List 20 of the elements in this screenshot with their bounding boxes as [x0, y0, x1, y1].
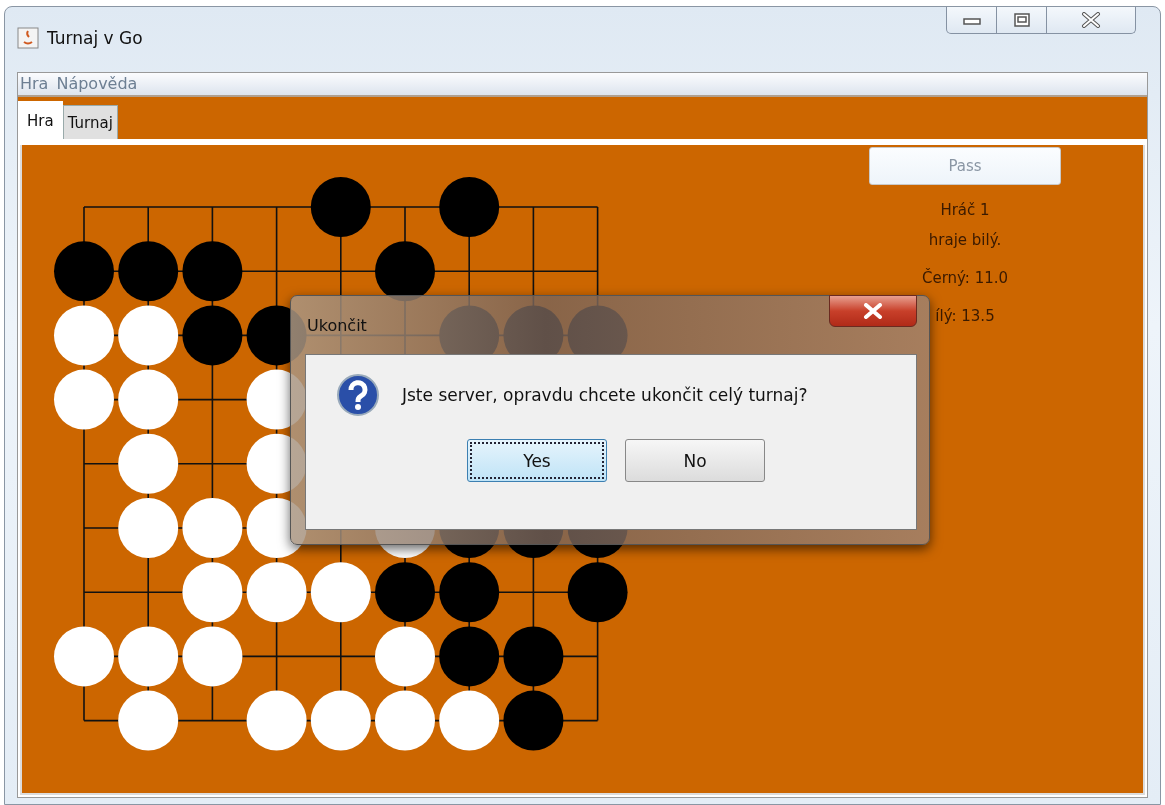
dialog-button[interactable]: No — [625, 439, 765, 482]
maximize-icon — [1013, 13, 1030, 27]
menu-item[interactable]: Nápověda — [56, 73, 138, 95]
tab[interactable]: Hra — [18, 101, 63, 139]
status-label: hraje bilý. — [928, 230, 1002, 251]
dialog-message: Jste server, opravdu chcete ukončit celý turnaj? — [402, 385, 808, 405]
window-title: Turnaj v Go — [47, 28, 143, 48]
dialog-title: Ukončit — [307, 316, 367, 335]
status-label: Černý: 11.0 — [921, 267, 1009, 289]
close-button[interactable] — [829, 295, 917, 327]
menu-item[interactable]: Hra — [20, 73, 49, 95]
app-icon — [17, 27, 39, 49]
tab[interactable]: Turnaj — [62, 105, 118, 139]
dialog-button[interactable]: Yes — [467, 439, 607, 482]
close-icon — [1081, 12, 1101, 28]
status-label: ílý: 13.5 — [935, 306, 995, 327]
close-icon — [863, 303, 883, 319]
status-label: Hráč 1 — [940, 200, 990, 221]
question-icon — [336, 373, 380, 417]
minimize-icon — [962, 15, 981, 25]
